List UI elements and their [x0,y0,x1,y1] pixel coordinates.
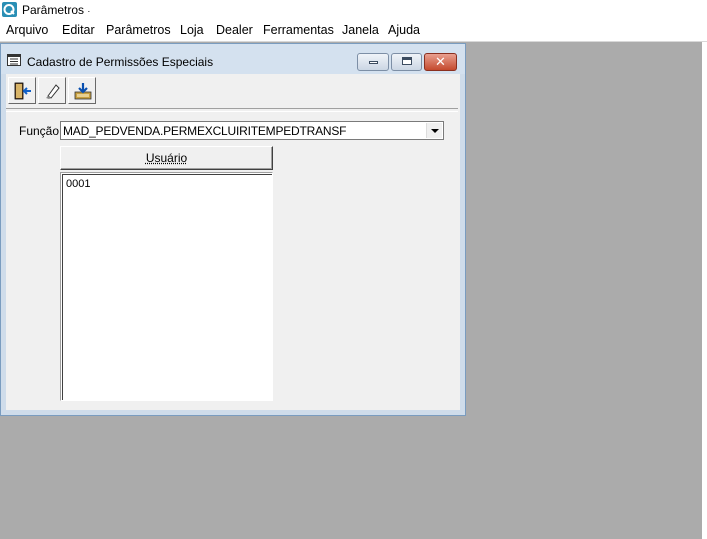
restore-icon [402,57,412,65]
exit-door-icon [14,82,31,100]
menu-parametros[interactable]: Parâmetros [106,23,171,37]
menu-bar: Arquivo Editar Parâmetros Loja Dealer Fe… [0,20,707,42]
clear-button[interactable] [38,77,66,104]
permissions-window: Cadastro de Permissões Especiais ✕ Funçã… [0,43,466,416]
close-button[interactable]: ✕ [424,53,457,71]
restore-button[interactable] [391,53,422,71]
funcao-label: Função [19,124,60,138]
minimize-button[interactable] [357,53,389,71]
form-list-icon [7,54,21,66]
funcao-select[interactable]: MAD_PEDVENDA.PERMEXCLUIRITEMPEDTRANSF [60,121,444,140]
funcao-value: MAD_PEDVENDA.PERMEXCLUIRITEMPEDTRANSF [63,124,347,138]
usuario-header-label: Usuário [145,151,188,165]
menu-janela[interactable]: Janela [342,23,379,37]
usuario-list-inner: 0001 [62,174,272,400]
menu-arquivo[interactable]: Arquivo [6,23,48,37]
menu-editar[interactable]: Editar [62,23,95,37]
save-download-icon [74,83,92,100]
window-title: Cadastro de Permissões Especiais [27,55,214,69]
chevron-down-icon[interactable] [426,123,442,138]
workspace-edge [702,42,707,539]
menu-ajuda[interactable]: Ajuda [388,23,420,37]
window-titlebar[interactable]: Cadastro de Permissões Especiais ✕ [1,44,465,74]
minimize-icon [369,61,378,64]
app-title: Parâmetros · [22,3,91,17]
usuario-list[interactable]: 0001 [60,172,273,401]
toolbar-separator [6,108,458,112]
close-icon: ✕ [435,55,446,70]
menu-ferramentas[interactable]: Ferramentas [263,23,334,37]
app-logo-icon [2,2,17,17]
save-button[interactable] [68,77,96,104]
list-item[interactable]: 0001 [66,178,90,190]
usuario-column-header[interactable]: Usuário [60,146,273,170]
menu-loja[interactable]: Loja [180,23,204,37]
app-titlebar: Parâmetros · [0,0,707,20]
eraser-icon [46,84,60,99]
exit-button[interactable] [8,77,36,104]
window-client-area: Função MAD_PEDVENDA.PERMEXCLUIRITEMPEDTR… [6,74,460,410]
menu-dealer[interactable]: Dealer [216,23,253,37]
